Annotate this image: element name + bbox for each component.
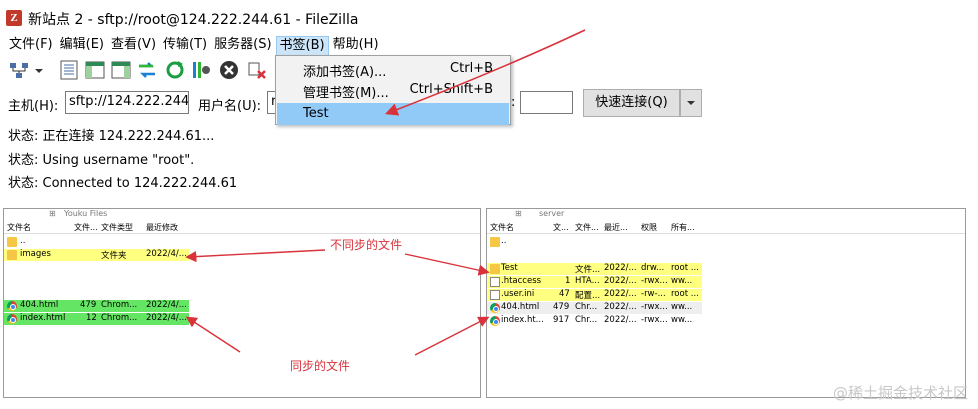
arrow-to-remote-test bbox=[404, 253, 490, 276]
arrow-to-local-synced bbox=[185, 316, 241, 353]
watermark: @稀土掘金技术社区 bbox=[832, 384, 968, 402]
annotation-arrows bbox=[185, 29, 586, 356]
arrow-to-test-bookmark bbox=[385, 29, 586, 116]
unsynced-files-annotation: 不同步的文件 bbox=[330, 238, 403, 252]
arrow-to-local-images bbox=[185, 249, 326, 263]
synced-files-annotation: 同步的文件 bbox=[290, 359, 351, 373]
arrow-to-remote-synced bbox=[414, 316, 490, 356]
